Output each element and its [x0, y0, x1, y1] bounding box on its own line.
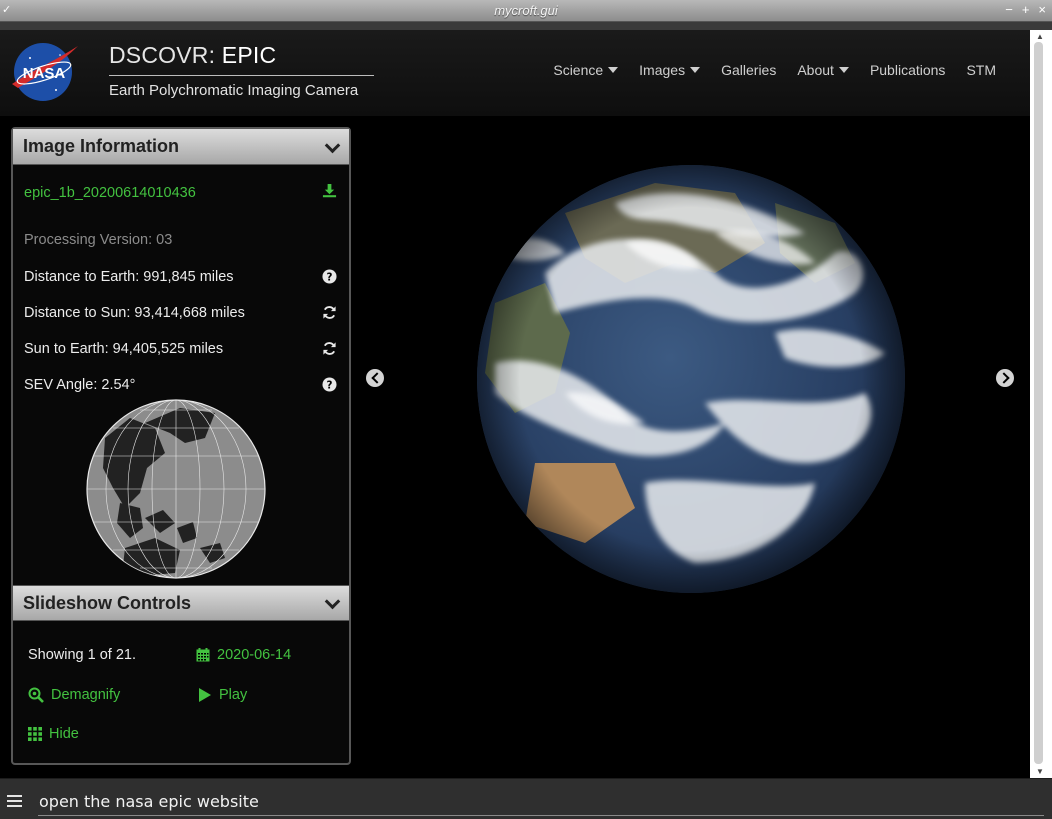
chevron-down-icon[interactable] — [325, 140, 339, 154]
scrollbar-thumb[interactable] — [1034, 42, 1043, 764]
download-icon[interactable] — [322, 183, 337, 198]
scroll-down-icon[interactable]: ▼ — [1036, 767, 1044, 776]
site-title-prefix: DSCOVR: — [109, 42, 216, 68]
play-icon — [199, 688, 211, 702]
site-title-strong: EPIC — [221, 42, 277, 68]
command-bar — [0, 778, 1052, 819]
caret-down-icon — [690, 67, 701, 73]
calendar-icon — [196, 648, 210, 662]
next-image-button[interactable] — [996, 369, 1014, 387]
slideshow-controls-header[interactable]: Slideshow Controls — [13, 585, 349, 621]
question-circle-icon[interactable]: ? — [322, 377, 337, 392]
nasa-logo-text: NASA — [23, 65, 66, 82]
command-input[interactable] — [38, 788, 1044, 816]
scroll-up-icon[interactable]: ▲ — [1036, 32, 1044, 41]
question-circle-icon[interactable]: ? — [322, 269, 337, 284]
close-button[interactable]: × — [1038, 2, 1046, 17]
hamburger-menu-icon[interactable] — [7, 795, 22, 808]
title-divider — [109, 75, 374, 76]
webpage-viewport: NASA DSCOVR: EPIC Earth Polychromatic Im… — [0, 30, 1030, 778]
zoom-out-icon — [28, 687, 44, 703]
svg-text:?: ? — [327, 379, 333, 391]
slideshow-count: Showing 1 of 21. — [28, 647, 137, 663]
slideshow-controls: Slideshow Controls Showing 1 of 21. 2020… — [13, 585, 349, 761]
maximize-button[interactable]: + — [1022, 2, 1030, 17]
caret-down-icon — [838, 67, 849, 73]
svg-text:?: ? — [327, 271, 333, 283]
hide-button[interactable]: Hide — [28, 726, 79, 742]
nav-publications[interactable]: Publications — [870, 62, 946, 78]
distance-to-earth: Distance to Earth: 991,845 miles ? — [13, 259, 349, 295]
main-nav: Science Images Galleries About Publicati… — [553, 62, 996, 78]
distance-to-sun: Distance to Sun: 93,414,668 miles — [13, 295, 349, 331]
page-scrollbar[interactable]: ▲ ▼ — [1030, 30, 1052, 778]
refresh-icon[interactable] — [322, 341, 337, 356]
date-picker[interactable]: 2020-06-14 — [196, 647, 291, 663]
refresh-icon[interactable] — [322, 305, 337, 320]
nasa-logo[interactable]: NASA — [8, 40, 80, 102]
grid-icon — [28, 727, 42, 741]
chevron-down-icon[interactable] — [325, 596, 339, 610]
sidebar-panel: Image Information epic_1b_20200614010436… — [11, 127, 351, 765]
nav-images[interactable]: Images — [639, 62, 701, 78]
processing-version: Processing Version: 03 — [24, 232, 173, 248]
image-info-list: epic_1b_20200614010436 Processing Versio… — [13, 165, 349, 403]
window-titlebar[interactable]: ✓ mycroft.gui − + × — [0, 0, 1052, 22]
site-title: DSCOVR: EPIC — [109, 42, 374, 69]
image-filename: epic_1b_20200614010436 — [13, 165, 349, 221]
play-button[interactable]: Play — [198, 687, 247, 703]
nav-stm[interactable]: STM — [966, 62, 996, 78]
caret-down-icon — [608, 67, 619, 73]
slideshow-controls-title: Slideshow Controls — [23, 592, 192, 613]
previous-image-button[interactable] — [366, 369, 384, 387]
window-frame — [0, 22, 1052, 30]
nav-science[interactable]: Science — [553, 62, 619, 78]
image-information-header[interactable]: Image Information — [13, 129, 349, 165]
nav-about[interactable]: About — [797, 62, 849, 78]
site-header: NASA DSCOVR: EPIC Earth Polychromatic Im… — [0, 30, 1030, 116]
globe-position-map — [86, 399, 266, 579]
window-title: mycroft.gui — [494, 3, 558, 18]
demagnify-button[interactable]: Demagnify — [28, 687, 120, 703]
site-subtitle: Earth Polychromatic Imaging Camera — [109, 82, 359, 99]
minimize-button[interactable]: − — [1005, 2, 1013, 17]
nav-galleries[interactable]: Galleries — [721, 62, 776, 78]
sun-to-earth: Sun to Earth: 94,405,525 miles — [13, 331, 349, 367]
image-information-title: Image Information — [23, 136, 180, 156]
earth-image[interactable] — [475, 163, 907, 595]
brand[interactable]: DSCOVR: EPIC Earth Polychromatic Imaging… — [109, 42, 374, 99]
